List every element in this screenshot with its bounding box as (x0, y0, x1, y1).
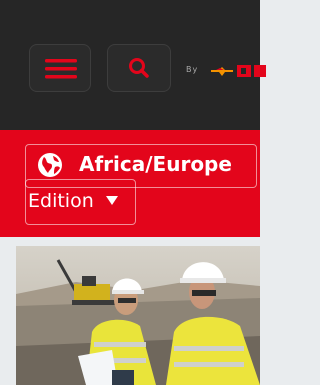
menu-button[interactable] (29, 44, 91, 92)
byline-label: By (186, 65, 199, 74)
hamburger-menu-icon (45, 59, 77, 79)
search-button[interactable] (107, 44, 171, 92)
search-icon (129, 58, 149, 78)
sandvik-logo[interactable] (211, 64, 271, 78)
caret-down-icon (106, 196, 118, 205)
globe-icon (38, 153, 62, 177)
top-header: By (0, 0, 266, 130)
edition-label[interactable]: Edition (28, 190, 94, 212)
hero-image[interactable] (16, 246, 260, 385)
mine-workers-photo (16, 246, 260, 385)
region-label[interactable]: Africa/Europe (79, 152, 232, 176)
